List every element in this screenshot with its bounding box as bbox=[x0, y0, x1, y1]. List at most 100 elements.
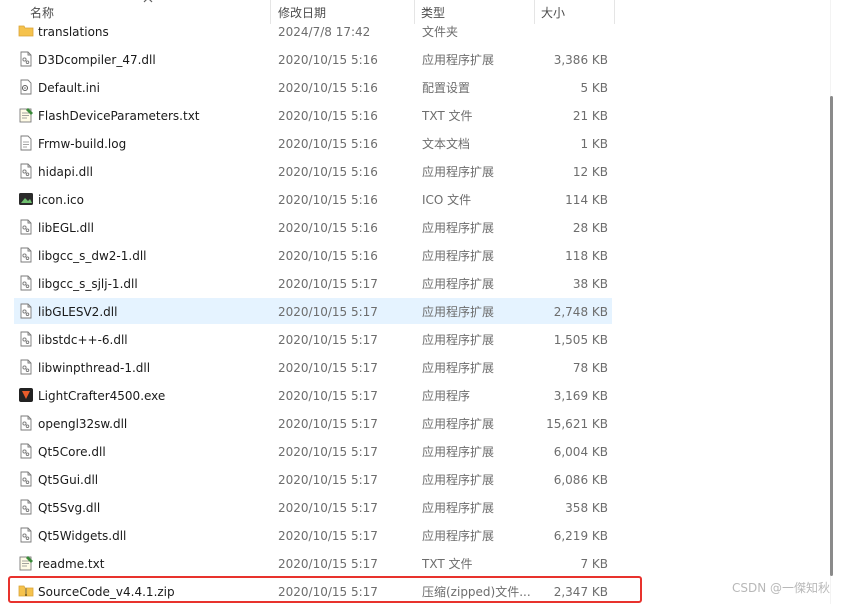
folder-icon bbox=[18, 23, 34, 39]
file-row[interactable]: libGLESV2.dll 2020/10/15 5:17 应用程序扩展 2,748 … bbox=[14, 298, 612, 324]
file-name: LightCrafter4500.exe bbox=[38, 389, 166, 403]
file-type: 应用程序扩展 bbox=[422, 333, 495, 347]
file-row[interactable]: SourceCode_v4.4.1.zip 2020/10/15 5:17 压缩(z… bbox=[14, 578, 612, 604]
file-type: 应用程序扩展 bbox=[422, 445, 495, 459]
file-row[interactable]: Qt5Widgets.dll 2020/10/15 5:17 应用程序扩展 6,219… bbox=[14, 522, 612, 548]
file-type: TXT 文件 bbox=[422, 557, 473, 571]
file-type: 配置设置 bbox=[422, 81, 471, 95]
file-row[interactable]: readme.txt 2020/10/15 5:17 TXT 文件 7 KB bbox=[14, 550, 612, 576]
file-row[interactable]: LightCrafter4500.exe 2020/10/15 5:17 应用程序 3… bbox=[14, 382, 612, 408]
file-row[interactable]: opengl32sw.dll 2020/10/15 5:17 应用程序扩展 15,62… bbox=[14, 410, 612, 436]
file-size: 21 KB bbox=[572, 109, 608, 123]
file-date-modified: 2020/10/15 5:17 bbox=[278, 557, 378, 571]
dll-file-icon bbox=[18, 471, 34, 487]
file-type: 应用程序扩展 bbox=[422, 165, 495, 179]
file-type: ICO 文件 bbox=[422, 193, 472, 207]
file-type: 应用程序扩展 bbox=[422, 361, 495, 375]
file-size: 78 KB bbox=[572, 361, 608, 375]
image-icon bbox=[18, 191, 34, 207]
file-size: 7 KB bbox=[580, 557, 608, 571]
file-row[interactable]: icon.ico 2020/10/15 5:16 ICO 文件 114 KB bbox=[14, 186, 612, 212]
dll-file-icon bbox=[18, 163, 34, 179]
file-date-modified: 2020/10/15 5:16 bbox=[278, 53, 378, 67]
file-date-modified: 2020/10/15 5:17 bbox=[278, 473, 378, 487]
file-name: Qt5Gui.dll bbox=[38, 473, 99, 487]
file-type: 应用程序扩展 bbox=[422, 305, 495, 319]
file-row[interactable]: Qt5Svg.dll 2020/10/15 5:17 应用程序扩展 358 KB bbox=[14, 494, 612, 520]
file-name: FlashDeviceParameters.txt bbox=[38, 109, 200, 123]
file-date-modified: 2020/10/15 5:17 bbox=[278, 445, 378, 459]
file-row[interactable]: libgcc_s_sjlj-1.dll 2020/10/15 5:17 应用程序扩展… bbox=[14, 270, 612, 296]
file-type: 压缩(zipped)文件... bbox=[422, 585, 531, 599]
file-row[interactable]: FlashDeviceParameters.txt 2020/10/15 5:16… bbox=[14, 102, 612, 128]
file-row[interactable]: Default.ini 2020/10/15 5:16 配置设置 5 KB bbox=[14, 74, 612, 100]
dll-file-icon bbox=[18, 443, 34, 459]
file-row[interactable]: libwinpthread-1.dll 2020/10/15 5:17 应用程序扩展… bbox=[14, 354, 612, 380]
file-size: 2,748 KB bbox=[553, 305, 608, 319]
file-row[interactable]: Qt5Core.dll 2020/10/15 5:17 应用程序扩展 6,004 KB bbox=[14, 438, 612, 464]
file-size: 358 KB bbox=[565, 501, 608, 515]
file-size: 6,004 KB bbox=[553, 445, 608, 459]
file-name: Frmw-build.log bbox=[38, 137, 127, 151]
file-row[interactable]: Frmw-build.log 2020/10/15 5:16 文本文档 1 KB bbox=[14, 130, 612, 156]
file-date-modified: 2020/10/15 5:16 bbox=[278, 221, 378, 235]
dll-file-icon bbox=[18, 415, 34, 431]
file-type: 文本文档 bbox=[422, 137, 471, 151]
dll-file-icon bbox=[18, 219, 34, 235]
file-name: Qt5Svg.dll bbox=[38, 501, 101, 515]
file-size: 12 KB bbox=[572, 165, 608, 179]
file-size: 118 KB bbox=[565, 249, 608, 263]
text-note-icon bbox=[18, 107, 34, 123]
file-size: 2,347 KB bbox=[553, 585, 608, 599]
file-name: readme.txt bbox=[38, 557, 105, 571]
watermark-text: CSDN @一傑知秋 bbox=[731, 581, 830, 595]
file-type: TXT 文件 bbox=[422, 109, 473, 123]
dll-file-icon bbox=[18, 331, 34, 347]
file-date-modified: 2020/10/15 5:17 bbox=[278, 305, 378, 319]
file-row[interactable]: Qt5Gui.dll 2020/10/15 5:17 应用程序扩展 6,086 KB bbox=[14, 466, 612, 492]
file-size: 1 KB bbox=[580, 137, 608, 151]
file-size bbox=[534, 18, 608, 44]
file-date-modified: 2020/10/15 5:17 bbox=[278, 417, 378, 431]
file-row[interactable]: libstdc++-6.dll 2020/10/15 5:17 应用程序扩展 1,50… bbox=[14, 326, 612, 352]
text-note-icon bbox=[18, 555, 34, 571]
dll-file-icon bbox=[18, 527, 34, 543]
scrollbar-thumb[interactable] bbox=[830, 96, 833, 576]
file-row[interactable]: hidapi.dll 2020/10/15 5:16 应用程序扩展 12 KB bbox=[14, 158, 612, 184]
dll-file-icon bbox=[18, 499, 34, 515]
file-name: Qt5Widgets.dll bbox=[38, 529, 127, 543]
sort-ascending-icon[interactable] bbox=[143, 0, 153, 4]
dll-file-icon bbox=[18, 247, 34, 263]
file-type: 应用程序扩展 bbox=[422, 53, 495, 67]
file-size: 28 KB bbox=[572, 221, 608, 235]
file-name: libEGL.dll bbox=[38, 221, 94, 235]
file-name: SourceCode_v4.4.1.zip bbox=[38, 585, 175, 599]
file-row[interactable]: D3Dcompiler_47.dll 2020/10/15 5:16 应用程序扩展 3… bbox=[14, 46, 612, 72]
file-size: 114 KB bbox=[565, 193, 608, 207]
file-name: libwinpthread-1.dll bbox=[38, 361, 151, 375]
file-size: 3,386 KB bbox=[553, 53, 608, 67]
file-name: Qt5Core.dll bbox=[38, 445, 106, 459]
file-date-modified: 2020/10/15 5:17 bbox=[278, 585, 378, 599]
file-date-modified: 2020/10/15 5:16 bbox=[278, 81, 378, 95]
file-date-modified: 2020/10/15 5:17 bbox=[278, 361, 378, 375]
file-type: 应用程序扩展 bbox=[422, 501, 495, 515]
file-row[interactable]: libEGL.dll 2020/10/15 5:16 应用程序扩展 28 KB bbox=[14, 214, 612, 240]
file-row[interactable]: translations 2024/7/8 17:42 文件夹 bbox=[14, 18, 612, 44]
file-name: Default.ini bbox=[38, 81, 100, 95]
file-size: 3,169 KB bbox=[553, 389, 608, 403]
dll-file-icon bbox=[18, 303, 34, 319]
file-type: 应用程序扩展 bbox=[422, 277, 495, 291]
file-name: icon.ico bbox=[38, 193, 84, 207]
text-file-icon bbox=[18, 135, 34, 151]
file-type: 应用程序扩展 bbox=[422, 529, 495, 543]
file-name: libGLESV2.dll bbox=[38, 305, 118, 319]
app-icon bbox=[18, 387, 34, 403]
column-divider[interactable] bbox=[614, 0, 615, 24]
file-row[interactable]: libgcc_s_dw2-1.dll 2020/10/15 5:16 应用程序扩展 1… bbox=[14, 242, 612, 268]
file-size: 6,086 KB bbox=[553, 473, 608, 487]
file-name: D3Dcompiler_47.dll bbox=[38, 53, 156, 67]
file-size: 6,219 KB bbox=[553, 529, 608, 543]
file-date-modified: 2020/10/15 5:17 bbox=[278, 277, 378, 291]
settings-file-icon bbox=[18, 79, 34, 95]
